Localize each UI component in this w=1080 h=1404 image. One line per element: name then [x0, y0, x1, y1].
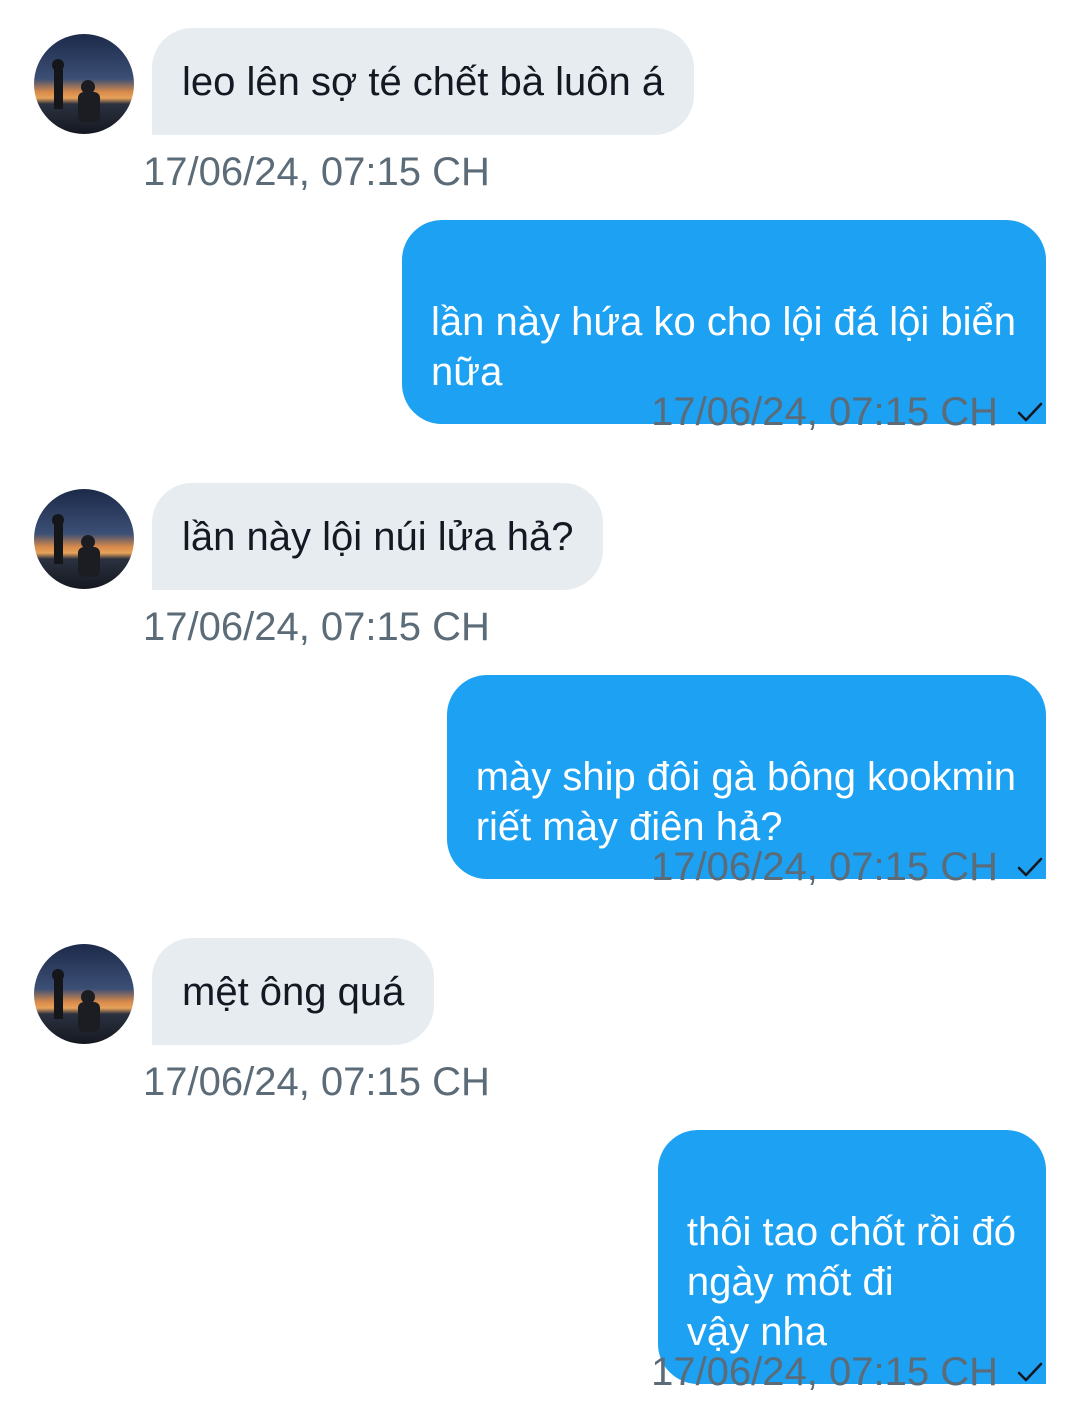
message-timestamp: 17/06/24, 07:15 CH	[143, 1060, 490, 1104]
message-text: mệt ông quá	[182, 969, 405, 1014]
message-text: lần này lội núi lửa hả?	[182, 514, 574, 559]
message-timestamp: 17/06/24, 07:15 CH	[651, 1350, 998, 1394]
contact-avatar[interactable]	[34, 489, 134, 589]
outgoing-meta: 17/06/24, 07:15 CH	[651, 388, 1046, 436]
message-timestamp: 17/06/24, 07:15 CH	[143, 150, 490, 194]
incoming-message-bubble[interactable]: leo lên sợ té chết bà luôn á	[152, 28, 695, 135]
avatar-photo	[34, 944, 134, 1044]
avatar-photo	[34, 489, 134, 589]
sent-check-icon	[1017, 857, 1043, 877]
message-text: leo lên sợ té chết bà luôn á	[182, 59, 665, 104]
incoming-message-bubble[interactable]: mệt ông quá	[152, 938, 435, 1045]
avatar-photo	[34, 34, 134, 134]
contact-avatar[interactable]	[34, 944, 134, 1044]
outgoing-meta: 17/06/24, 07:15 CH	[651, 843, 1046, 891]
message-timestamp: 17/06/24, 07:15 CH	[651, 390, 998, 434]
outgoing-message-bubble[interactable]: thôi tao chốt rồi đó ngày mốt đi vậy nha	[657, 1130, 1046, 1384]
message-text: thôi tao chốt rồi đó ngày mốt đi vậy nha	[686, 1210, 1016, 1354]
sent-check-icon	[1017, 402, 1043, 422]
message-timestamp: 17/06/24, 07:15 CH	[143, 605, 490, 649]
message-text: lần này hứa ko cho lội đá lội biển nữa	[431, 300, 1016, 394]
message-thread: leo lên sợ té chết bà luôn á 17/06/24, 0…	[0, 0, 1080, 1404]
outgoing-meta: 17/06/24, 07:15 CH	[651, 1348, 1046, 1396]
sent-check-icon	[1017, 1362, 1043, 1382]
incoming-message-bubble[interactable]: lần này lội núi lửa hả?	[152, 483, 604, 590]
message-text: mày ship đôi gà bông kookmin riết mày đi…	[475, 755, 1016, 849]
contact-avatar[interactable]	[34, 34, 134, 134]
message-timestamp: 17/06/24, 07:15 CH	[651, 845, 998, 889]
